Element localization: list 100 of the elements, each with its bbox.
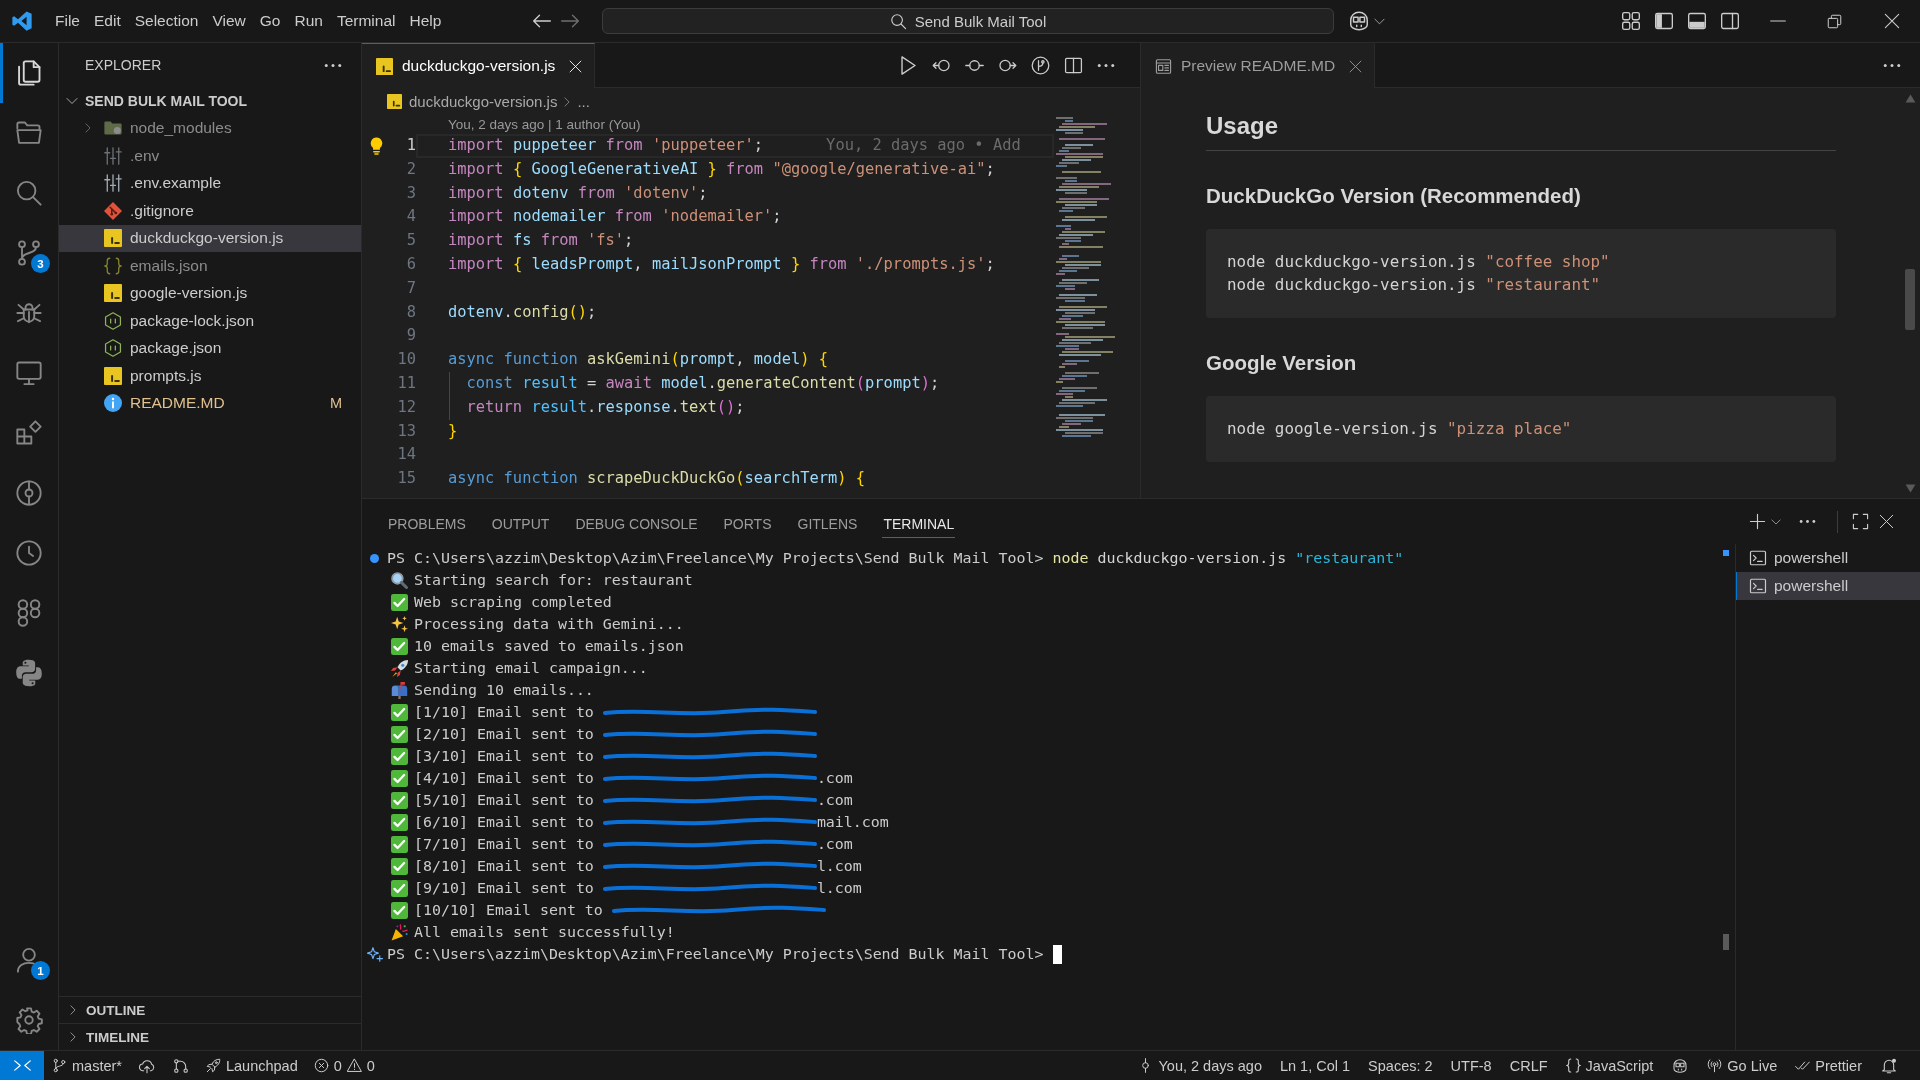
folder-header[interactable]: SEND BULK MAIL TOOL <box>59 87 361 115</box>
settings-icon <box>15 1006 43 1034</box>
panel-tab[interactable]: PROBLEMS <box>387 509 467 538</box>
breadcrumb-item[interactable]: ... <box>577 93 590 110</box>
close-icon[interactable] <box>1883 13 1900 29</box>
history-icon <box>15 539 43 567</box>
secondary-sidebar-icon[interactable] <box>1719 11 1740 31</box>
status-item[interactable]: JavaScript <box>1557 1051 1662 1080</box>
minimize-icon[interactable] <box>1769 20 1786 22</box>
status-item[interactable]: Launchpad <box>197 1051 306 1080</box>
heading: Usage <box>1206 111 1279 141</box>
bell-icon[interactable] <box>1881 1057 1897 1074</box>
check-mark-icon <box>391 835 408 853</box>
lightbulb-icon[interactable] <box>369 136 383 155</box>
section-header[interactable]: OUTLINE <box>59 996 361 1023</box>
primary-sidebar-icon[interactable] <box>1653 11 1674 31</box>
robot-face-icon[interactable] <box>1672 1057 1689 1074</box>
terminal-session[interactable]: powershell <box>1736 572 1920 600</box>
menu-item[interactable]: Terminal <box>329 8 403 34</box>
chevron-down-icon[interactable] <box>1771 516 1781 527</box>
panel-tab[interactable]: GITLENS <box>796 509 859 538</box>
code-line: import nodemailer from 'nodemailer'; <box>448 206 782 228</box>
scroll-down-icon[interactable] <box>1904 484 1916 493</box>
status-item[interactable]: CRLF <box>1501 1051 1556 1080</box>
status-item[interactable]: You, 2 days ago <box>1130 1051 1270 1080</box>
scrollbar-thumb[interactable] <box>1905 269 1915 330</box>
hexagon-icon <box>104 311 122 330</box>
menu-item[interactable]: Run <box>287 8 330 34</box>
robot-face-icon[interactable] <box>1348 10 1370 32</box>
status-item[interactable]: Spaces: 2 <box>1360 1051 1441 1080</box>
status-item[interactable]: Go Live <box>1699 1051 1786 1080</box>
split-editor-icon[interactable] <box>1064 55 1083 75</box>
panel-tab[interactable]: TERMINAL <box>882 509 956 538</box>
menu-item[interactable]: Go <box>252 8 288 34</box>
app-logo-icon <box>11 10 33 32</box>
file-tree-item[interactable]: prompts.js <box>59 362 361 390</box>
panel-icon[interactable] <box>1686 11 1707 31</box>
line-number: 8 <box>406 301 416 323</box>
terminal-line: [1/10] Email sent to <box>414 703 594 721</box>
problems-button[interactable]: 0 0 <box>305 1051 383 1080</box>
terminal-session[interactable]: powershell <box>1736 544 1920 572</box>
close-icon[interactable] <box>1879 514 1894 529</box>
more-icon[interactable] <box>1799 520 1816 523</box>
check-mark-icon <box>391 879 408 897</box>
terminal-icon <box>1749 549 1767 567</box>
file-tree-item[interactable]: node_modules <box>59 114 361 142</box>
file-tree-item[interactable]: duckduckgo-version.js <box>59 224 361 252</box>
scrollbar-thumb[interactable] <box>1722 934 1729 950</box>
panel-tab[interactable]: PORTS <box>722 509 773 538</box>
status-item[interactable]: UTF-8 <box>1442 1051 1500 1080</box>
maximize-icon[interactable] <box>1852 513 1869 530</box>
menu-item[interactable]: Selection <box>127 8 206 34</box>
editor-tab[interactable]: Preview README.MD <box>1141 43 1376 88</box>
menu-item[interactable]: Edit <box>87 8 128 34</box>
remote-button[interactable] <box>0 1051 44 1080</box>
more-icon[interactable] <box>1883 63 1901 67</box>
menu-item[interactable]: View <box>205 8 253 34</box>
panel-tab[interactable]: DEBUG CONSOLE <box>574 509 699 538</box>
terminal-line: Starting search for: restaurant <box>414 571 693 589</box>
restore-icon[interactable] <box>1827 13 1842 29</box>
add-icon[interactable] <box>1749 513 1766 530</box>
file-tree-item[interactable]: google-version.js <box>59 279 361 307</box>
branch-button[interactable]: master* <box>44 1051 130 1080</box>
command-center[interactable]: Send Bulk Mail Tool <box>602 8 1334 34</box>
code-lens[interactable]: You, 2 days ago | 1 author (You) <box>448 115 641 134</box>
activity-bar-tab[interactable]: 3 <box>0 223 58 283</box>
back-icon[interactable] <box>532 11 552 31</box>
line-number: 4 <box>406 206 416 228</box>
cloud-upload-icon[interactable] <box>138 1057 155 1074</box>
editor-tab[interactable]: duckduckgo-version.js <box>362 43 596 88</box>
file-tree-item[interactable]: package-lock.json <box>59 307 361 335</box>
sparkle-icon <box>366 946 383 962</box>
status-item[interactable]: Prettier <box>1787 1051 1870 1080</box>
more-icon[interactable] <box>324 63 342 67</box>
code-line: node duckduckgo-version.js "coffee shop" <box>1227 251 1610 273</box>
layout-grid-icon[interactable] <box>1620 11 1641 31</box>
activity-bar-button[interactable]: 1 <box>0 930 58 990</box>
terminal-prompt: PS C:\Users\azzim\Desktop\Azim\Freelance\My Projects\Send Bulk Mail Tool> <box>387 945 1044 963</box>
forward-icon[interactable] <box>560 11 580 31</box>
more-icon[interactable] <box>1097 63 1115 67</box>
scroll-up-icon[interactable] <box>1904 94 1916 103</box>
file-tree-item[interactable]: .env.example <box>59 169 361 197</box>
file-tree-item[interactable]: .gitignore <box>59 197 361 225</box>
terminal-line: [8/10] Email sent to <box>414 857 594 875</box>
file-tree-item[interactable]: emails.json <box>59 252 361 280</box>
file-tree-item[interactable]: .env <box>59 142 361 170</box>
check-mark-icon <box>391 593 408 611</box>
branch-circle-icon[interactable] <box>1031 55 1050 75</box>
status-item[interactable]: Ln 1, Col 1 <box>1271 1051 1359 1080</box>
file-tree-item[interactable]: README.MD M <box>59 389 361 417</box>
menu-item[interactable]: Help <box>402 8 449 34</box>
menu-item[interactable]: File <box>48 8 87 34</box>
git-graph-icon[interactable] <box>172 1057 189 1074</box>
breadcrumb-item[interactable]: duckduckgo-version.js <box>387 93 558 110</box>
panel-tab[interactable]: OUTPUT <box>490 509 551 538</box>
terminal-prompt: PS C:\Users\azzim\Desktop\Azim\Freelance\My Projects\Send Bulk Mail Tool> <box>387 549 1044 567</box>
file-tree-item[interactable]: package.json <box>59 334 361 362</box>
run-icon[interactable] <box>899 55 918 75</box>
line-number: 6 <box>406 254 416 275</box>
terminal-text: .com <box>816 791 853 809</box>
